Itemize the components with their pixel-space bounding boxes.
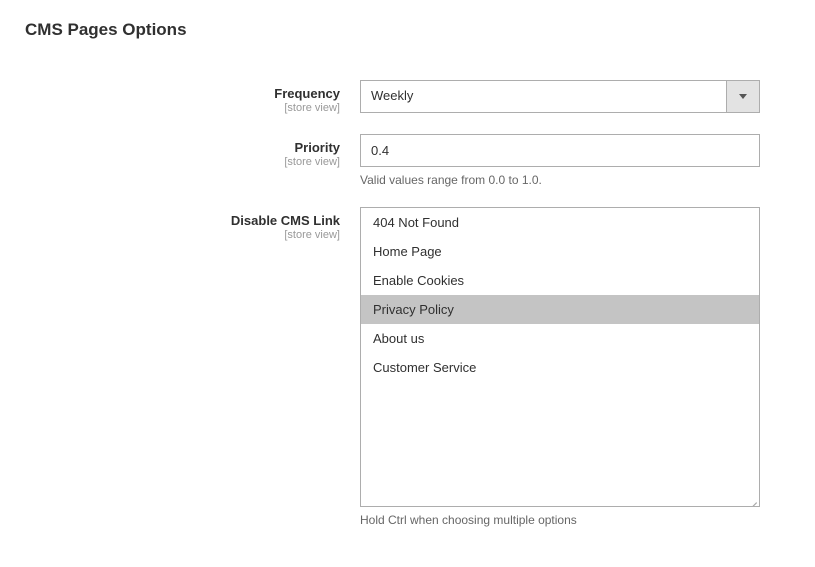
- frequency-select-value: Weekly: [361, 81, 726, 112]
- frequency-scope: [store view]: [20, 102, 340, 114]
- multiselect-option[interactable]: Privacy Policy: [361, 295, 759, 324]
- disable-cms-link-multiselect[interactable]: 404 Not FoundHome PageEnable CookiesPriv…: [360, 207, 760, 507]
- disable-cms-link-label: Disable CMS Link: [20, 213, 340, 228]
- priority-input[interactable]: [360, 134, 760, 167]
- disable-cms-link-scope: [store view]: [20, 229, 340, 241]
- disable-cms-link-control: 404 Not FoundHome PageEnable CookiesPriv…: [360, 207, 760, 527]
- frequency-label-col: Frequency [store view]: [20, 80, 360, 114]
- priority-control: Valid values range from 0.0 to 1.0.: [360, 134, 760, 187]
- multiselect-option[interactable]: Customer Service: [361, 353, 759, 382]
- priority-row: Priority [store view] Valid values range…: [20, 134, 795, 187]
- frequency-control: Weekly: [360, 80, 760, 113]
- section-title: CMS Pages Options: [25, 20, 795, 40]
- multiselect-option[interactable]: Home Page: [361, 237, 759, 266]
- disable-cms-link-row: Disable CMS Link [store view] 404 Not Fo…: [20, 207, 795, 527]
- multiselect-option[interactable]: 404 Not Found: [361, 208, 759, 237]
- disable-cms-link-help: Hold Ctrl when choosing multiple options: [360, 513, 760, 527]
- disable-cms-link-label-col: Disable CMS Link [store view]: [20, 207, 360, 241]
- priority-scope: [store view]: [20, 156, 340, 168]
- multiselect-option[interactable]: About us: [361, 324, 759, 353]
- priority-help: Valid values range from 0.0 to 1.0.: [360, 173, 760, 187]
- priority-label-col: Priority [store view]: [20, 134, 360, 168]
- frequency-row: Frequency [store view] Weekly: [20, 80, 795, 114]
- frequency-label: Frequency: [20, 86, 340, 101]
- frequency-select[interactable]: Weekly: [360, 80, 760, 113]
- multiselect-option[interactable]: Enable Cookies: [361, 266, 759, 295]
- resize-handle-icon[interactable]: [746, 493, 758, 505]
- priority-label: Priority: [20, 140, 340, 155]
- chevron-down-icon: [726, 81, 759, 112]
